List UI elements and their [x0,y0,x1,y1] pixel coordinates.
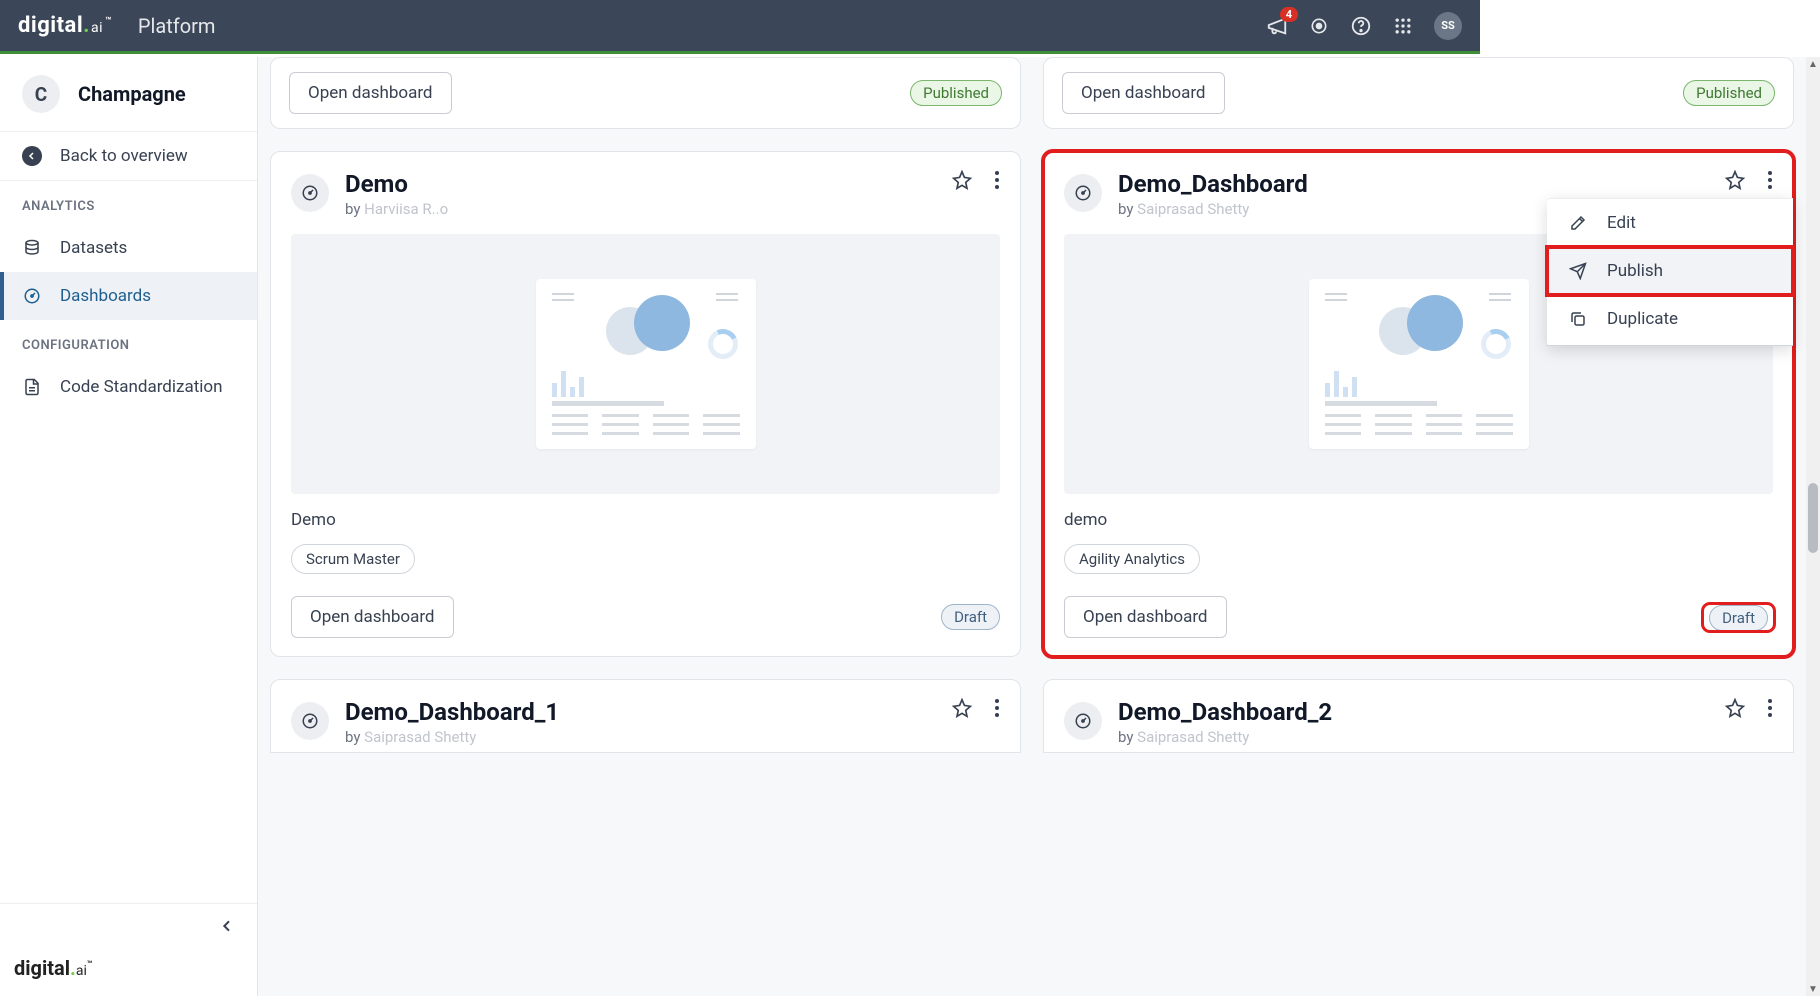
menu-item-label: Publish [1607,261,1663,281]
scroll-up-icon[interactable]: ▲ [1808,59,1818,69]
card-thumbnail [291,234,1000,494]
gauge-icon [1064,702,1102,740]
card-author: by Saiprasad Shetty [345,728,559,746]
gauge-icon [22,287,42,305]
status-badge: Draft [1709,605,1768,631]
database-icon [22,239,42,257]
card-tag: Agility Analytics [1064,544,1200,574]
dashboard-card-stub: Open dashboard Published [1043,57,1794,129]
target-icon[interactable] [1308,15,1330,37]
favorite-star-icon[interactable] [1725,170,1745,190]
logo-dot: . [83,13,90,38]
dashboard-card-demo-dashboard-2: Demo_Dashboard_2 by Saiprasad Shetty [1043,679,1794,753]
sidebar-item-label: Datasets [60,238,127,258]
status-badge: Published [1683,80,1775,106]
gauge-icon [291,702,329,740]
more-menu-icon[interactable] [994,170,1000,190]
card-description: demo [1064,510,1773,530]
sidebar: C Champagne Back to overview ANALYTICS D… [0,57,258,996]
favorite-star-icon[interactable] [1725,698,1745,718]
open-dashboard-button[interactable]: Open dashboard [289,72,452,114]
org-avatar: C [22,75,60,113]
org-name: Champagne [78,82,186,106]
user-avatar[interactable]: SS [1434,12,1462,40]
main-content: Open dashboard Published Open dashboard … [258,57,1806,996]
status-badge: Published [910,80,1002,106]
notification-badge: 4 [1280,7,1298,22]
announcements-icon[interactable]: 4 [1266,15,1288,37]
card-author: by Saiprasad Shetty [1118,200,1308,218]
card-context-menu: Edit Publish Duplicate [1547,198,1793,346]
menu-item-label: Duplicate [1607,309,1678,329]
open-dashboard-button[interactable]: Open dashboard [1062,72,1225,114]
card-author: by Harviisa R..o [345,200,448,218]
dashboard-card-demo-dashboard-1: Demo_Dashboard_1 by Saiprasad Shetty [270,679,1021,753]
sidebar-item-label: Code Standardization [60,377,223,397]
more-menu-icon[interactable] [1767,170,1773,190]
section-configuration: CONFIGURATION [0,320,257,363]
sidebar-item-datasets[interactable]: Datasets [0,224,257,272]
dashboard-card-demo-dashboard: Demo_Dashboard by Saiprasad Shetty Edit [1043,151,1794,657]
card-title: Demo_Dashboard_2 [1118,698,1332,726]
top-nav: digital.ai™ Platform 4 SS [0,0,1480,54]
more-menu-icon[interactable] [994,698,1000,718]
more-menu-icon[interactable] [1767,698,1773,718]
logo-word: digital [18,13,83,38]
scroll-thumb[interactable] [1808,483,1818,553]
status-badge: Draft [941,604,1000,630]
card-title: Demo_Dashboard [1118,170,1308,198]
apps-grid-icon[interactable] [1392,15,1414,37]
scroll-down-icon[interactable]: ▼ [1808,984,1818,994]
card-author: by Saiprasad Shetty [1118,728,1332,746]
back-label: Back to overview [60,146,188,166]
sidebar-item-code-standardization[interactable]: Code Standardization [0,363,257,411]
card-description: Demo [291,510,1000,530]
dashboard-card-demo: Demo by Harviisa R..o [270,151,1021,657]
dashboard-card-stub: Open dashboard Published [270,57,1021,129]
open-dashboard-button[interactable]: Open dashboard [1064,596,1227,638]
favorite-star-icon[interactable] [952,698,972,718]
help-icon[interactable] [1350,15,1372,37]
open-dashboard-button[interactable]: Open dashboard [291,596,454,638]
vertical-scrollbar[interactable]: ▲ ▼ [1806,57,1820,996]
platform-label: Platform [138,14,216,38]
footer-logo: digital.ai™ [0,948,257,996]
favorite-star-icon[interactable] [952,170,972,190]
gauge-icon [291,174,329,212]
menu-item-label: Edit [1607,213,1636,233]
sidebar-item-dashboards[interactable]: Dashboards [0,272,257,320]
section-analytics: ANALYTICS [0,181,257,224]
back-to-overview[interactable]: Back to overview [0,132,257,181]
org-selector[interactable]: C Champagne [0,57,257,132]
card-title: Demo [345,170,448,198]
card-title: Demo_Dashboard_1 [345,698,559,726]
document-icon [22,378,42,396]
menu-item-edit[interactable]: Edit [1547,199,1793,247]
logo-ai: ai [91,20,103,36]
gauge-icon [1064,174,1102,212]
back-arrow-icon [22,146,42,166]
menu-item-publish[interactable]: Publish [1547,247,1793,295]
menu-item-duplicate[interactable]: Duplicate [1547,295,1793,343]
sidebar-item-label: Dashboards [60,286,151,306]
brand-logo: digital.ai™ [18,13,110,38]
card-tag: Scrum Master [291,544,415,574]
collapse-sidebar-icon[interactable] [219,918,235,934]
